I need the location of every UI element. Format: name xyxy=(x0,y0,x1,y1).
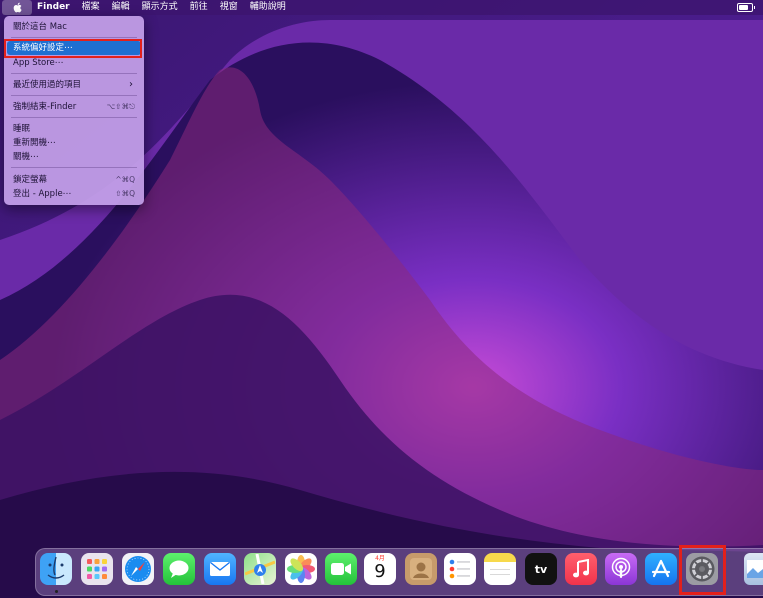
dock-finder-icon[interactable] xyxy=(40,553,72,585)
menu-item-label: 鎖定螢幕 xyxy=(13,175,48,185)
dock-launchpad-icon[interactable] xyxy=(81,553,113,585)
menu-item-label: 重新開機⋯ xyxy=(13,138,56,148)
running-indicator xyxy=(55,590,58,593)
menu-go[interactable]: 前往 xyxy=(184,0,214,15)
menu-file[interactable]: 檔案 xyxy=(76,0,106,15)
apple-logo-icon xyxy=(13,2,22,13)
menu-item-lock-screen[interactable]: 鎖定螢幕 ^⌘Q xyxy=(7,173,141,187)
dock-maps-icon[interactable] xyxy=(244,553,276,585)
menu-item-label: App Store⋯ xyxy=(13,58,64,68)
dock-tv-icon[interactable]: tv xyxy=(525,553,557,585)
menu-separator xyxy=(11,73,137,74)
chevron-right-icon: › xyxy=(129,79,133,90)
keyboard-shortcut: ^⌘Q xyxy=(115,175,135,184)
menu-item-sleep[interactable]: 睡眠 xyxy=(7,122,141,136)
highlight-system-preferences-dock-icon xyxy=(679,545,726,595)
keyboard-shortcut: ⇧⌘Q xyxy=(115,189,135,198)
menu-item-log-out[interactable]: 登出 - Apple⋯ ⇧⌘Q xyxy=(7,187,141,201)
apple-menu-button[interactable] xyxy=(2,0,32,15)
keyboard-shortcut: ⌥⇧⌘⎋ xyxy=(106,102,135,111)
dock-app-store-icon[interactable] xyxy=(645,553,677,585)
dock-safari-icon[interactable] xyxy=(122,553,154,585)
menu-view[interactable]: 顯示方式 xyxy=(136,0,184,15)
dock-notes-icon[interactable] xyxy=(484,553,516,585)
dock-facetime-icon[interactable] xyxy=(325,553,357,585)
menu-item-restart[interactable]: 重新開機⋯ xyxy=(7,136,141,150)
calendar-day: 9 xyxy=(374,561,386,582)
menu-item-app-store[interactable]: App Store⋯ xyxy=(7,56,141,70)
tv-label: tv xyxy=(534,562,548,576)
battery-icon[interactable] xyxy=(737,3,755,12)
dock-reminders-icon[interactable] xyxy=(444,553,476,585)
menu-item-label: 最近使用過的項目 xyxy=(13,80,82,90)
menu-separator xyxy=(11,117,137,118)
dock-contacts-icon[interactable] xyxy=(405,553,437,585)
dock-photos-icon[interactable] xyxy=(285,553,317,585)
dock-music-icon[interactable] xyxy=(565,553,597,585)
menu-separator xyxy=(11,37,137,38)
menu-item-about-this-mac[interactable]: 關於這台 Mac xyxy=(7,20,141,34)
menu-help[interactable]: 輔助說明 xyxy=(244,0,292,15)
highlight-system-preferences-menu-item xyxy=(4,39,142,58)
dock-calendar-icon[interactable]: 4月 9 xyxy=(364,553,396,585)
dock-podcasts-icon[interactable] xyxy=(605,553,637,585)
menu-item-force-quit[interactable]: 強制結束-Finder ⌥⇧⌘⎋ xyxy=(7,100,141,114)
dock-messages-icon[interactable] xyxy=(163,553,195,585)
menu-item-recent-items[interactable]: 最近使用過的項目 › xyxy=(7,78,141,92)
menu-item-label: 關機⋯ xyxy=(13,152,39,162)
menu-edit[interactable]: 編輯 xyxy=(106,0,136,15)
dock-preview-icon[interactable] xyxy=(744,553,763,585)
menu-item-shutdown[interactable]: 關機⋯ xyxy=(7,150,141,164)
menu-bar: Finder 檔案 編輯 顯示方式 前往 視窗 輔助說明 xyxy=(0,0,763,15)
menu-finder[interactable]: Finder xyxy=(32,0,76,15)
menu-item-label: 關於這台 Mac xyxy=(13,22,67,32)
dock-mail-icon[interactable] xyxy=(204,553,236,585)
menu-window[interactable]: 視窗 xyxy=(214,0,244,15)
menu-item-label: 登出 - Apple⋯ xyxy=(13,189,72,199)
menu-item-label: 強制結束-Finder xyxy=(13,102,77,112)
menu-item-label: 睡眠 xyxy=(13,124,31,134)
menu-separator xyxy=(11,167,137,168)
menu-separator xyxy=(11,95,137,96)
